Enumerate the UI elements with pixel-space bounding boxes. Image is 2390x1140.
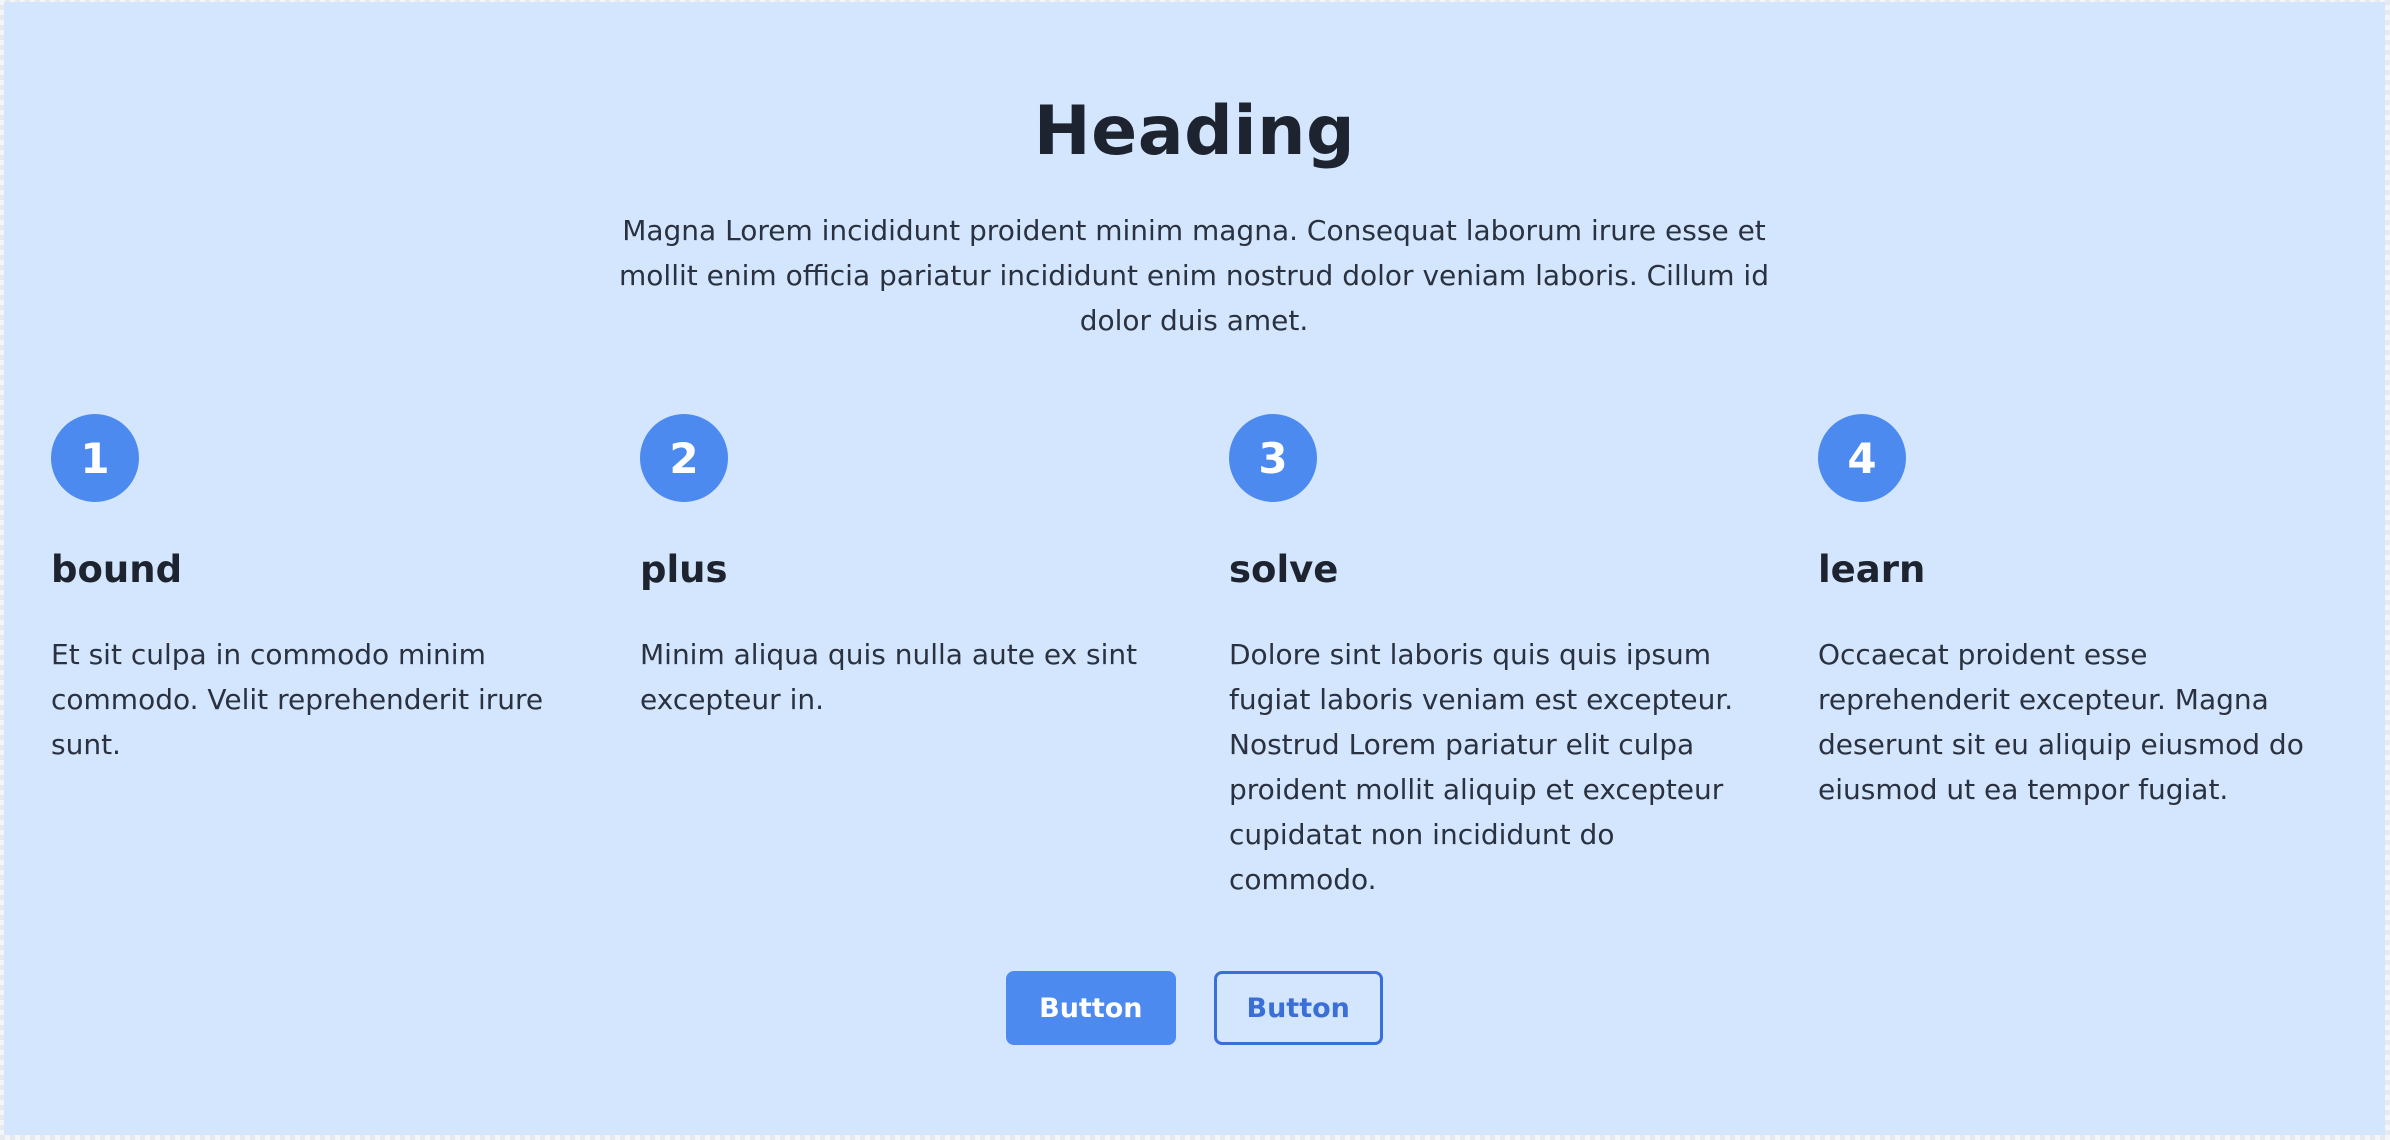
secondary-button[interactable]: Button xyxy=(1213,971,1383,1045)
feature-description: Minim aliqua quis nulla aute ex sint exc… xyxy=(640,638,1138,716)
section-intro: Magna Lorem incididunt proident minim ma… xyxy=(619,214,1769,337)
feature-description: Occaecat proident esse reprehenderit exc… xyxy=(1818,638,2304,806)
step-number-badge: 2 xyxy=(640,414,728,502)
feature-title: learn xyxy=(1818,548,1926,591)
feature-description: Et sit culpa in commodo minim commodo. V… xyxy=(51,638,544,761)
feature-item: 2 plus Minim aliqua quis nulla aute ex s… xyxy=(640,414,1160,716)
primary-button[interactable]: Button xyxy=(1006,971,1176,1045)
feature-item: 4 learn Occaecat proident esse reprehend… xyxy=(1818,414,2338,806)
feature-title: solve xyxy=(1229,548,1339,591)
feature-description: Dolore sint laboris quis quis ipsum fugi… xyxy=(1229,638,1734,896)
feature-title: bound xyxy=(51,548,183,591)
button-group: Button Button xyxy=(4,971,2385,1045)
feature-item: 3 solve Dolore sint laboris quis quis ip… xyxy=(1229,414,1749,896)
step-number-badge: 3 xyxy=(1229,414,1317,502)
step-number-badge: 4 xyxy=(1818,414,1906,502)
feature-title: plus xyxy=(640,548,728,591)
section-heading: Heading xyxy=(1033,92,1356,171)
step-number-badge: 1 xyxy=(51,414,139,502)
feature-item: 1 bound Et sit culpa in commodo minim co… xyxy=(51,414,571,761)
canvas: Heading Magna Lorem incididunt proident … xyxy=(0,0,2390,1140)
features-section: Heading Magna Lorem incididunt proident … xyxy=(4,2,2385,1135)
